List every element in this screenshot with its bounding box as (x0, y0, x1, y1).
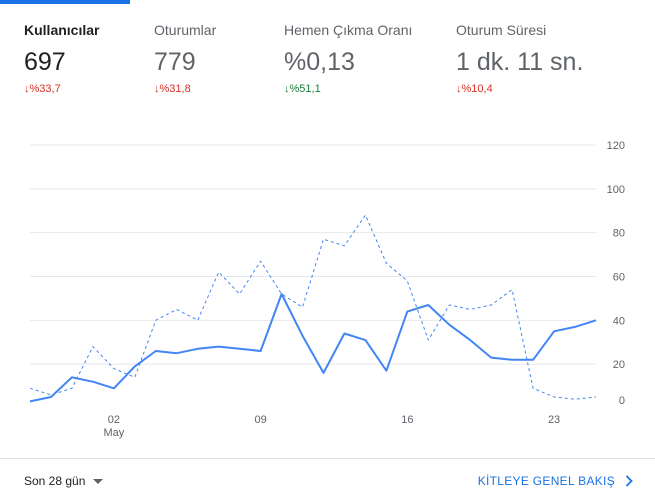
metric-session-duration[interactable]: Oturum Süresi 1 dk. 11 sn. ↓%10,4 (456, 22, 583, 95)
metric-label: Kullanıcılar (24, 22, 100, 38)
caret-down-icon (93, 478, 104, 484)
metric-value: 779 (154, 48, 196, 76)
x-tick-label: 23 (548, 414, 560, 426)
y-tick-label: 0 (619, 395, 625, 407)
metric-value: 697 (24, 48, 66, 76)
metric-label: Oturum Süresi (456, 22, 547, 38)
metric-delta: ↓%31,8 (154, 83, 191, 95)
metric-value: %0,13 (284, 48, 355, 76)
metrics-bar: Kullanıcılar 697 ↓%33,7 Oturumlar 779 ↓%… (0, 0, 655, 110)
metric-users[interactable]: Kullanıcılar 697 ↓%33,7 (24, 22, 99, 95)
metric-delta: ↓%33,7 (24, 83, 61, 95)
x-tick-label: 09 (254, 414, 266, 426)
audience-link-label: KİTLEYE GENEL BAKIŞ (477, 474, 615, 488)
card-footer: Son 28 gün KİTLEYE GENEL BAKIŞ (0, 459, 655, 503)
metric-delta: ↓%51,1 (284, 83, 321, 95)
metric-sessions[interactable]: Oturumlar 779 ↓%31,8 (154, 22, 216, 95)
y-tick-label: 100 (607, 184, 625, 196)
x-tick-sublabel: May (103, 427, 124, 439)
y-tick-label: 40 (613, 315, 625, 327)
x-tick-label: 02 (108, 414, 120, 426)
date-range-label: Son 28 gün (24, 474, 86, 488)
users-line-chart: 0 20 40 60 80 100 120 02May 09 16 23 (29, 140, 625, 439)
metric-bounce-rate[interactable]: Hemen Çıkma Oranı %0,13 ↓%51,1 (284, 22, 412, 95)
y-tick-label: 60 (613, 272, 625, 284)
audience-overview-link[interactable]: KİTLEYE GENEL BAKIŞ (478, 474, 633, 488)
y-tick-label: 80 (613, 228, 625, 240)
metric-label: Hemen Çıkma Oranı (284, 22, 413, 38)
y-tick-label: 20 (613, 359, 625, 371)
date-range-dropdown[interactable]: Son 28 gün (24, 474, 104, 488)
comparison-series-line (29, 214, 597, 400)
x-tick-label: 16 (401, 414, 413, 426)
chevron-right-icon (625, 475, 633, 487)
metric-label: Oturumlar (154, 22, 217, 38)
metric-value: 1 dk. 11 sn. (456, 48, 584, 76)
y-tick-label: 120 (607, 140, 625, 152)
current-series-line (29, 293, 597, 403)
metric-delta: ↓%10,4 (456, 83, 493, 95)
